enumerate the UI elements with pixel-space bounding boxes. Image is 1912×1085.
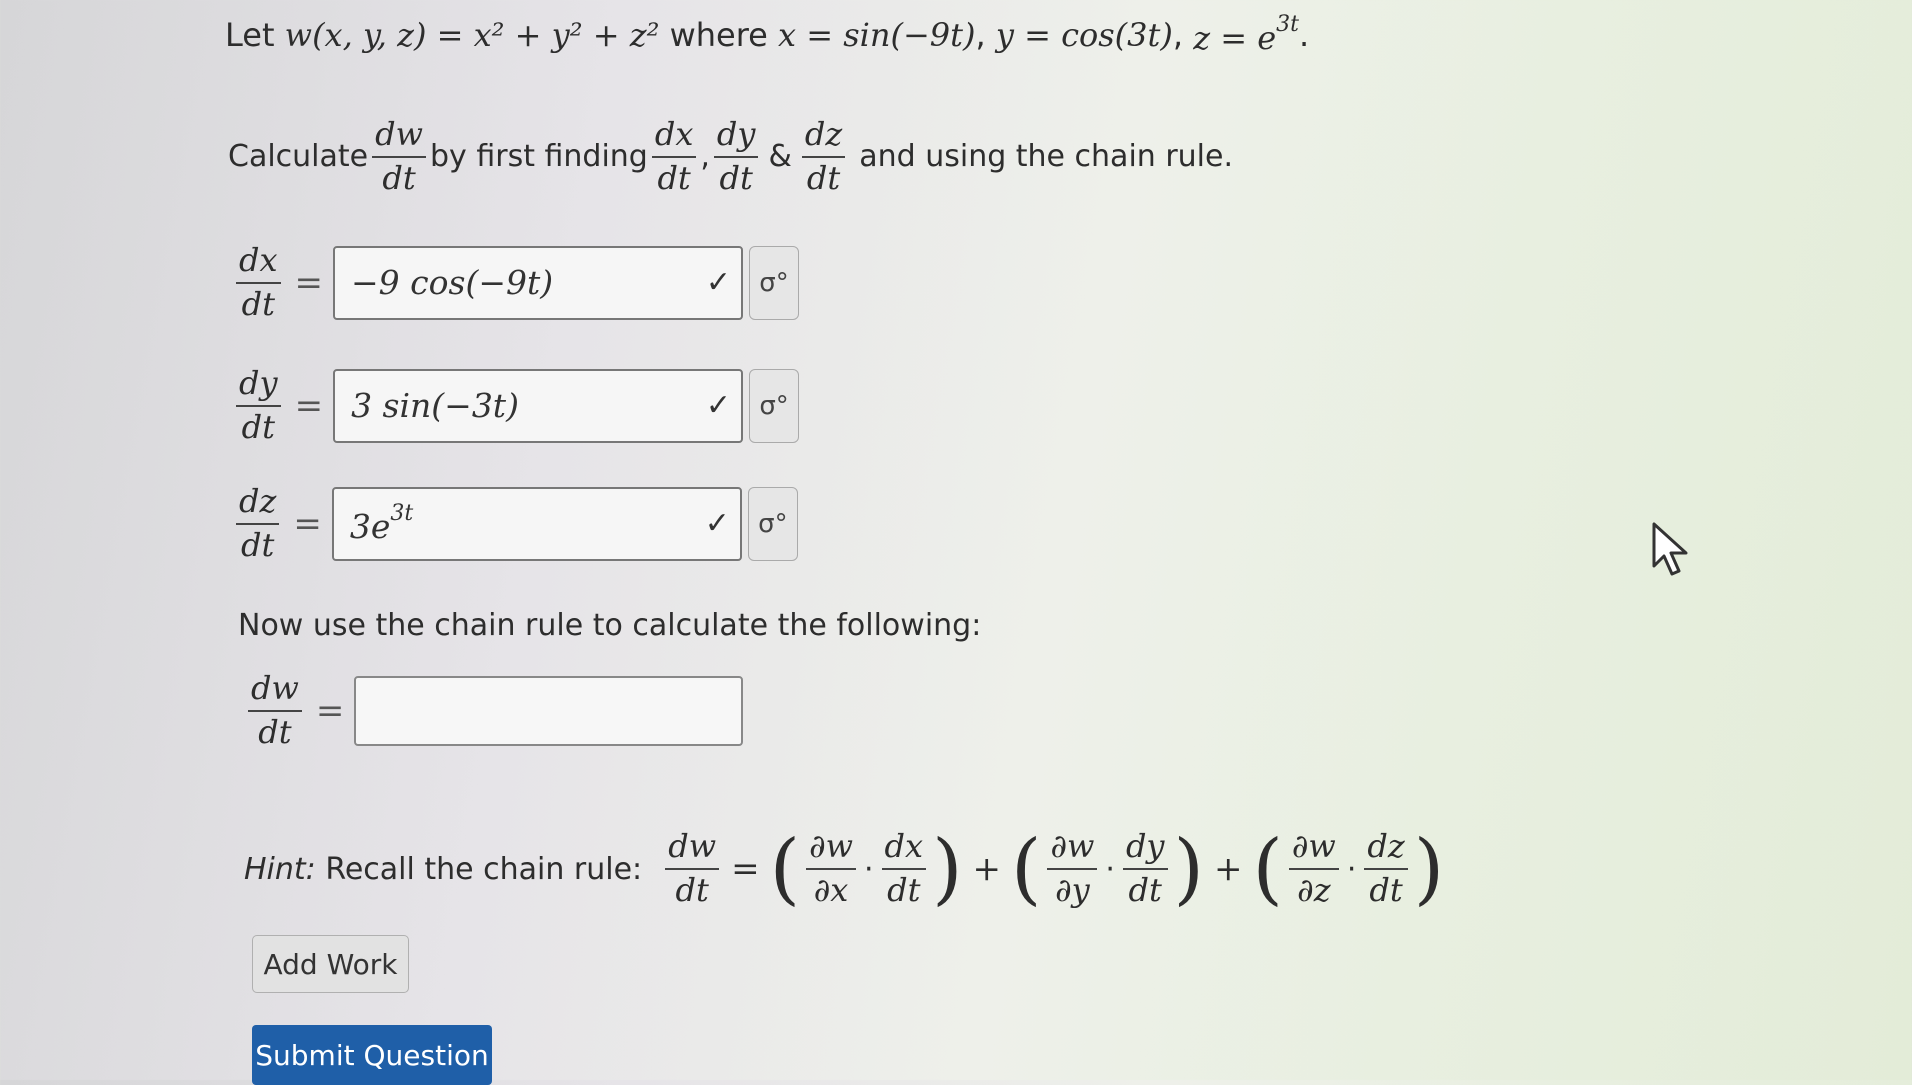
hint-dw-dt: dw dt [665, 830, 720, 907]
function-definition: w(x, y, z) = x² + y² + z² [284, 15, 660, 54]
formula-editor-button[interactable]: σ° [747, 486, 798, 561]
hint-dy-dt: dy dt [1122, 830, 1168, 907]
dy-dt-label: dy dt [236, 366, 281, 444]
calculate-label: Calculate [228, 139, 369, 175]
instruction: Calculate dw dt by first finding dx dt , d… [228, 117, 1234, 195]
dx-dt-fraction: dx dt [651, 117, 697, 195]
formula-editor-button[interactable]: σ° [749, 368, 800, 443]
formula-editor-button[interactable]: σ° [749, 245, 800, 320]
dy-dt-answer-field[interactable]: 3 sin(−3t) ✓ [333, 368, 744, 443]
dz-dt-row: dz dt = 3e3t ✓ σ° [232, 484, 798, 562]
check-icon: ✓ [705, 388, 732, 424]
dy-dt-fraction: dy dt [713, 117, 759, 195]
check-icon: ✓ [705, 265, 732, 301]
equals-sign: = [294, 262, 324, 303]
hint-plus: + [1213, 849, 1243, 889]
hint-pw-px: ∂w ∂x [806, 830, 856, 907]
formula-editor-icon: σ° [758, 508, 788, 539]
submit-question-button[interactable]: Submit Question [252, 1025, 492, 1085]
check-icon: ✓ [704, 506, 730, 542]
hint-dot: · [864, 851, 874, 887]
dx-dt-row: dx dt = −9 cos(−9t) ✓ σ° [232, 243, 800, 321]
dz-dt-answer-field[interactable]: 3e3t ✓ [331, 486, 742, 561]
period: . [1299, 15, 1310, 54]
hint-dot: · [1346, 851, 1357, 887]
hint-paren: ( [1252, 824, 1283, 914]
dx-dt-value: −9 cos(−9t) [351, 263, 554, 303]
hint-dot: · [1105, 851, 1115, 887]
dx-dt-answer-field[interactable]: −9 cos(−9t) ✓ [333, 245, 744, 320]
where-label: where [669, 15, 768, 54]
equals-sign: = [315, 690, 345, 731]
problem-statement: Let w(x, y, z) = x² + y² + z² where x = … [225, 12, 1309, 57]
dz-dt-label: dz dt [236, 484, 280, 562]
separator: , [975, 15, 986, 54]
hint-paren: ( [769, 824, 801, 914]
y-definition: y = cos(3t) [995, 15, 1173, 54]
dw-dt-answer-field[interactable] [354, 675, 744, 746]
hint-pw-pz: ∂w ∂z [1288, 830, 1339, 907]
let-label: Let [225, 15, 275, 54]
dw-dt-label: dw dt [248, 671, 302, 749]
dw-dt-row: dw dt = [244, 671, 744, 749]
x-definition: x = sin(−9t) [778, 15, 976, 54]
hint-plus: + [972, 849, 1002, 889]
and-using-label: and using the chain rule. [859, 139, 1234, 175]
dz-dt-fraction: dz dt [801, 117, 846, 195]
dy-dt-value: 3 sin(−3t) [351, 386, 519, 426]
formula-editor-icon: σ° [759, 390, 789, 421]
equals-sign: = [294, 385, 324, 426]
ampersand: & [768, 139, 792, 175]
dw-dt-fraction: dw dt [372, 117, 426, 195]
hint-text: Recall the chain rule: [325, 851, 643, 887]
dx-dt-label: dx dt [236, 243, 281, 321]
hint-label: Hint: [244, 851, 316, 887]
dz-dt-value: 3e3t [349, 501, 414, 547]
hint-dz-dt: dz dt [1364, 830, 1408, 907]
hint: Hint: Recall the chain rule: dw dt = ( ∂w… [244, 830, 1446, 908]
comma: , [700, 139, 710, 175]
separator: , [1172, 15, 1184, 54]
by-first-finding-label: by first finding [430, 139, 648, 175]
hint-pw-py: ∂w ∂y [1047, 830, 1098, 907]
add-work-button[interactable]: Add Work [252, 935, 409, 993]
hint-equals: = [731, 849, 760, 889]
mouse-cursor-icon [1652, 522, 1688, 576]
equals-sign: = [293, 503, 322, 544]
hint-paren: ) [1173, 824, 1204, 914]
hint-dx-dt: dx dt [881, 830, 927, 907]
formula-editor-icon: σ° [759, 267, 789, 298]
z-definition: z = e3t [1193, 12, 1299, 57]
hint-paren: ) [932, 824, 963, 914]
hint-paren: ) [1413, 824, 1445, 914]
dy-dt-row: dy dt = 3 sin(−3t) ✓ σ° [232, 366, 800, 444]
now-instruction: Now use the chain rule to calculate the … [238, 608, 982, 643]
hint-paren: ( [1011, 824, 1042, 914]
